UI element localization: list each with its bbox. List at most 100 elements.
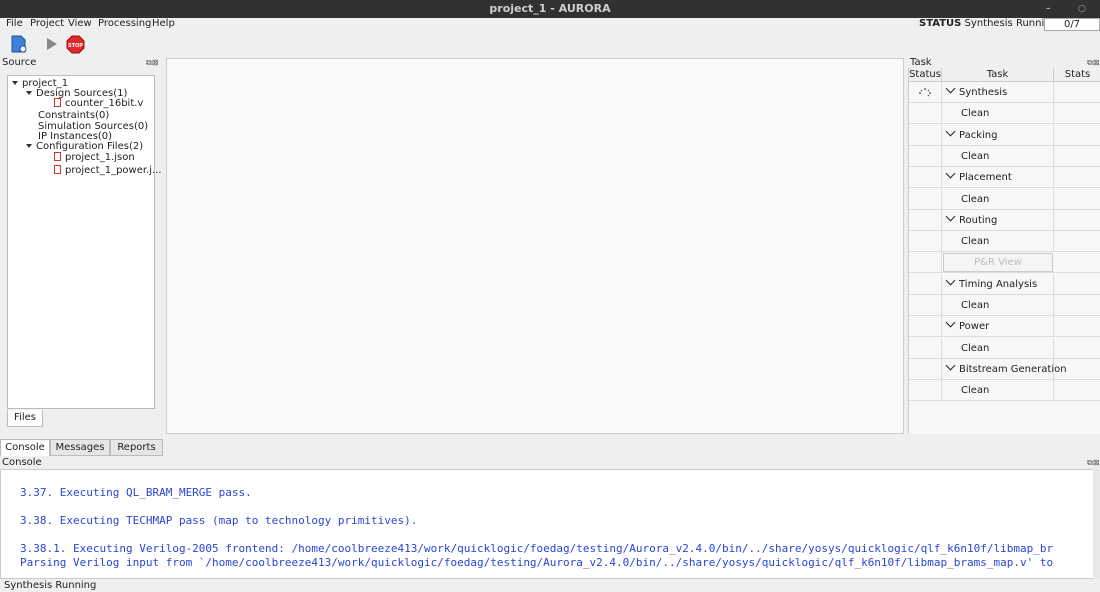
task-row[interactable]: Power bbox=[909, 316, 1100, 338]
tree-config-file[interactable]: project_1_power.j... bbox=[54, 165, 162, 176]
source-panel-title: Source bbox=[2, 57, 37, 68]
task-label: Packing bbox=[959, 129, 998, 141]
task-stats-cell bbox=[1054, 338, 1100, 359]
task-row[interactable]: Routing bbox=[909, 209, 1100, 231]
task-clean-item[interactable]: Clean bbox=[942, 380, 1054, 402]
task-table: Status Task Stats Synthesis Clean Packing C… bbox=[908, 68, 1100, 434]
task-group[interactable]: Bitstream Generation bbox=[942, 358, 1067, 380]
file-icon bbox=[54, 98, 61, 107]
run-icon[interactable] bbox=[46, 37, 58, 51]
task-row[interactable]: P&R View bbox=[909, 252, 1100, 274]
task-row[interactable]: Packing bbox=[909, 124, 1100, 146]
task-row[interactable]: Clean bbox=[909, 337, 1100, 359]
chevron-down-icon[interactable] bbox=[945, 360, 956, 371]
menu-view[interactable]: View bbox=[68, 18, 92, 30]
task-group[interactable]: Placement bbox=[942, 167, 1054, 189]
task-row[interactable]: Clean bbox=[909, 380, 1100, 402]
tree-constraints[interactable]: Constraints(0) bbox=[38, 110, 109, 121]
pr-view-button[interactable]: P&R View bbox=[943, 253, 1053, 273]
task-status-cell bbox=[909, 380, 942, 402]
menu-processing[interactable]: Processing bbox=[98, 18, 151, 30]
menu-project[interactable]: Project bbox=[30, 18, 64, 30]
stop-icon[interactable]: STOP bbox=[66, 35, 85, 54]
tab-messages[interactable]: Messages bbox=[50, 439, 110, 456]
task-clean-item[interactable]: Clean bbox=[942, 145, 1054, 167]
task-dock-buttons[interactable]: ⧉⊠ bbox=[1087, 58, 1099, 68]
status-label: STATUS bbox=[919, 18, 962, 29]
console-line-clipped bbox=[20, 470, 27, 475]
task-row[interactable]: Timing Analysis bbox=[909, 273, 1100, 295]
task-row[interactable]: Clean bbox=[909, 295, 1100, 316]
task-row[interactable]: Bitstream Generation bbox=[909, 358, 1100, 380]
task-row[interactable]: Synthesis bbox=[909, 82, 1100, 103]
task-clean-item[interactable]: Clean bbox=[942, 103, 1054, 125]
menu-bar: File Project View Processing Help STATUS… bbox=[0, 18, 1100, 32]
task-status-cell bbox=[909, 188, 942, 210]
tab-reports[interactable]: Reports bbox=[110, 439, 163, 456]
console-dock-buttons[interactable]: ⧉⊠ bbox=[1087, 458, 1099, 468]
task-stats-cell bbox=[1054, 189, 1100, 210]
tab-files[interactable]: Files bbox=[7, 410, 43, 427]
task-group[interactable]: Timing Analysis bbox=[942, 273, 1054, 295]
toolbar: STOP bbox=[0, 33, 1100, 56]
menu-help[interactable]: Help bbox=[152, 18, 175, 30]
minimize-icon[interactable]: – bbox=[1046, 0, 1051, 18]
editor-area[interactable] bbox=[166, 58, 904, 434]
console-line: 3.37. Executing QL_BRAM_MERGE pass. bbox=[20, 486, 252, 499]
chevron-down-icon[interactable] bbox=[945, 317, 956, 328]
column-header-stats[interactable]: Stats bbox=[1054, 68, 1100, 82]
source-dock-buttons[interactable]: ⧉⊠ bbox=[146, 58, 158, 68]
tab-console[interactable]: Console bbox=[0, 439, 50, 456]
task-group[interactable]: Routing bbox=[942, 209, 1054, 231]
chevron-down-icon[interactable] bbox=[945, 168, 956, 179]
task-label: Placement bbox=[959, 172, 1012, 184]
tree-design-file[interactable]: counter_16bit.v bbox=[54, 98, 143, 109]
task-clean-item[interactable]: Clean bbox=[942, 231, 1054, 253]
task-stats-cell bbox=[1054, 210, 1100, 231]
close-window-icon[interactable]: ○ bbox=[1078, 0, 1086, 18]
column-header-status[interactable]: Status bbox=[909, 68, 942, 82]
expand-arrow-icon[interactable] bbox=[26, 144, 32, 148]
expand-arrow-icon[interactable] bbox=[26, 91, 32, 95]
task-status-cell bbox=[909, 167, 942, 189]
task-row[interactable]: Placement bbox=[909, 167, 1100, 189]
task-label: Power bbox=[959, 321, 990, 333]
task-row[interactable]: Clean bbox=[909, 103, 1100, 125]
task-clean-item[interactable]: Clean bbox=[942, 188, 1054, 210]
task-group[interactable]: Synthesis bbox=[942, 82, 1054, 103]
task-row[interactable]: Clean bbox=[909, 231, 1100, 253]
tree-configuration-files[interactable]: Configuration Files(2) bbox=[26, 141, 143, 152]
task-stats-cell bbox=[1054, 359, 1100, 380]
file-icon bbox=[54, 165, 61, 174]
column-header-task[interactable]: Task bbox=[942, 68, 1054, 82]
task-stats-cell bbox=[1054, 125, 1100, 146]
file-icon bbox=[54, 152, 61, 161]
expand-arrow-icon[interactable] bbox=[12, 81, 18, 85]
task-group[interactable]: Packing bbox=[942, 124, 1054, 146]
task-row[interactable]: Clean bbox=[909, 145, 1100, 167]
status-count: 0/7 bbox=[1044, 18, 1100, 31]
chevron-down-icon[interactable] bbox=[945, 211, 956, 222]
task-clean-item[interactable]: Clean bbox=[942, 295, 1054, 316]
title-bar: project_1 - AURORA – ○ bbox=[0, 0, 1100, 18]
menu-file[interactable]: File bbox=[6, 18, 23, 30]
task-status-cell bbox=[909, 124, 942, 146]
console-scrollbar[interactable] bbox=[1093, 469, 1100, 579]
window-title: project_1 - AURORA bbox=[489, 2, 611, 15]
task-clean-item[interactable]: Clean bbox=[942, 337, 1054, 359]
chevron-down-icon[interactable] bbox=[945, 126, 956, 137]
task-row[interactable]: Clean bbox=[909, 188, 1100, 210]
task-status-cell bbox=[909, 82, 942, 103]
console-line: 3.38. Executing TECHMAP pass (map to tec… bbox=[20, 514, 418, 527]
task-label: Timing Analysis bbox=[959, 278, 1038, 290]
chevron-down-icon[interactable] bbox=[945, 83, 956, 94]
task-status-cell bbox=[909, 103, 942, 125]
task-stats-cell bbox=[1054, 146, 1100, 167]
chevron-down-icon[interactable] bbox=[945, 275, 956, 286]
task-stats-cell bbox=[1054, 295, 1100, 316]
tree-config-file[interactable]: project_1.json bbox=[54, 152, 135, 163]
task-label: Synthesis bbox=[959, 87, 1008, 98]
console-output[interactable]: 3.37. Executing QL_BRAM_MERGE pass. 3.38… bbox=[0, 469, 1094, 579]
new-project-icon[interactable] bbox=[11, 35, 27, 53]
task-group[interactable]: Power bbox=[942, 316, 1054, 338]
